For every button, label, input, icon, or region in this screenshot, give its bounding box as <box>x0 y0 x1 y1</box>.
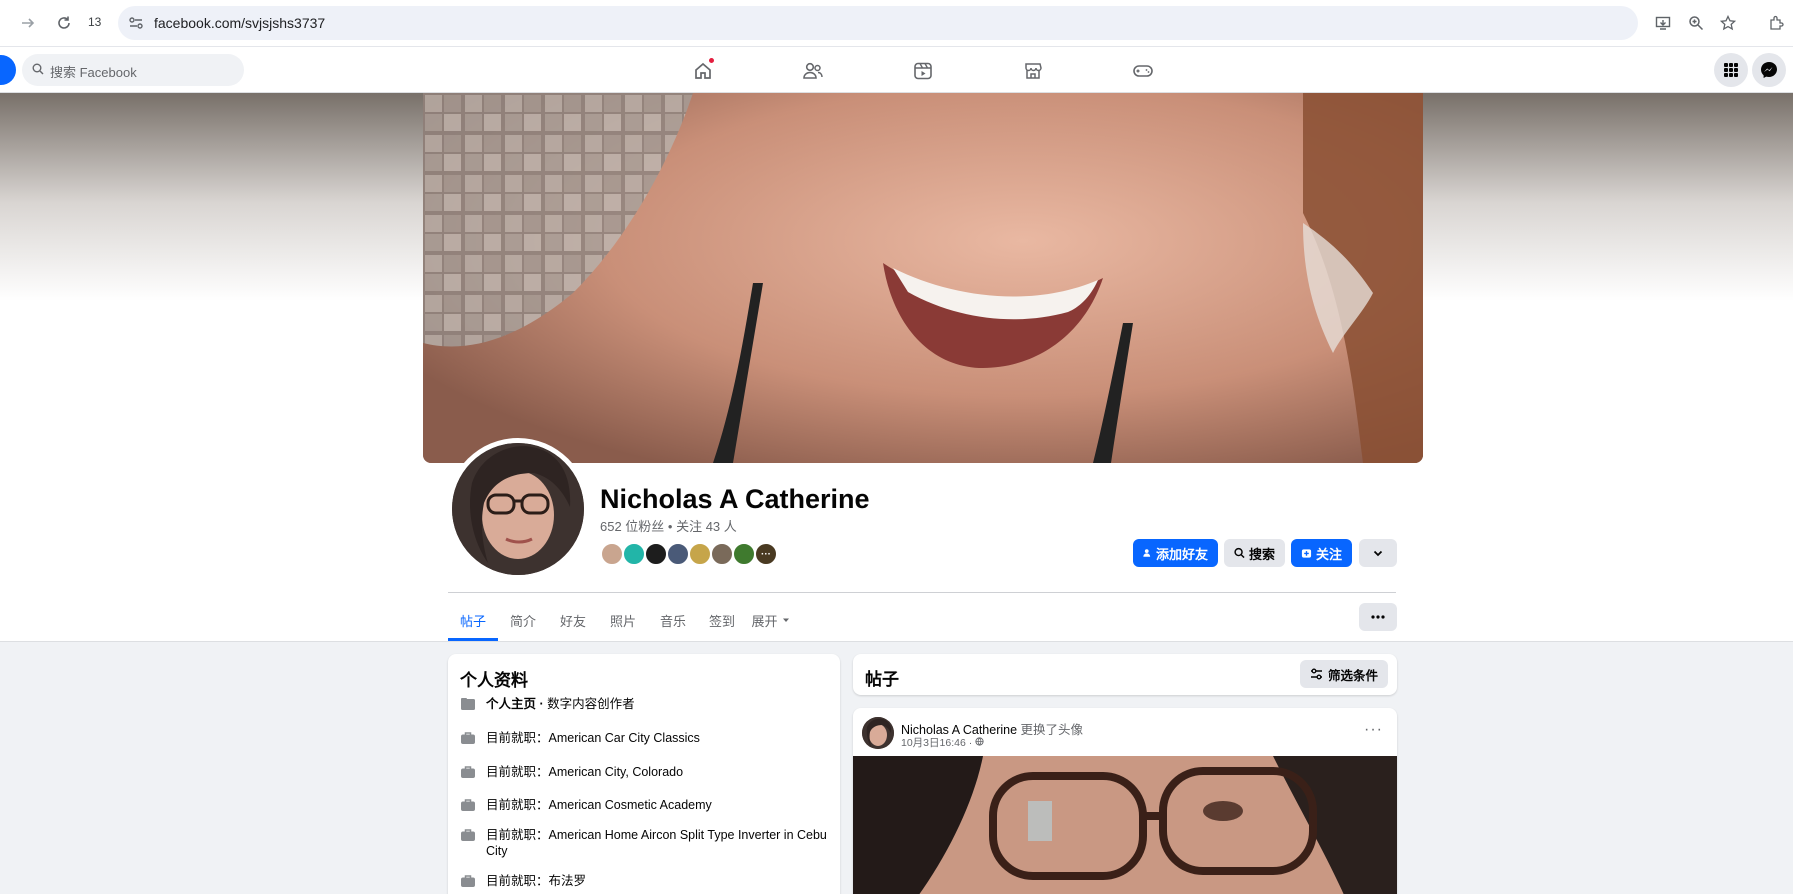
intro-row-link[interactable]: 布法罗 <box>549 874 587 888</box>
tab-about[interactable]: 简介 <box>498 600 548 640</box>
intro-row-prefix: 目前就职： <box>486 828 549 842</box>
follow-label: 关注 <box>1315 546 1342 562</box>
friend-avatar[interactable] <box>600 542 624 566</box>
notification-dot <box>708 57 715 64</box>
intro-row-prefix: 个人主页 · <box>486 697 548 711</box>
post-author-avatar[interactable] <box>862 717 894 749</box>
profile-name: Nicholas A Catherine <box>600 484 870 514</box>
friend-avatar[interactable] <box>710 542 734 566</box>
intro-row-prefix: 目前就职： <box>486 798 549 812</box>
intro-row-prefix: 目前就职： <box>486 731 549 745</box>
friend-avatar[interactable] <box>666 542 690 566</box>
briefcase-icon <box>461 829 475 841</box>
tab-checkins[interactable]: 签到 <box>697 600 747 640</box>
more-horizontal-icon <box>1371 615 1385 619</box>
tab-count: 13 <box>88 15 102 29</box>
add-person-icon <box>1143 549 1151 557</box>
tab-friends[interactable]: 好友 <box>548 600 598 640</box>
posts-header-card: 帖子 筛选条件 <box>853 654 1397 695</box>
filter-sliders-icon <box>1310 668 1322 680</box>
reload-icon[interactable] <box>53 12 75 34</box>
search-icon <box>1234 547 1245 559</box>
intro-row-link[interactable]: American City, Colorado <box>549 765 684 779</box>
install-app-icon[interactable] <box>1652 12 1674 34</box>
more-friends-avatar[interactable]: ··· <box>754 542 778 566</box>
bookmark-star-icon[interactable] <box>1717 12 1739 34</box>
search-placeholder: 搜索 Facebook <box>50 65 137 80</box>
tab-posts[interactable]: 帖子 <box>448 600 498 641</box>
briefcase-icon <box>461 732 475 744</box>
friend-avatar[interactable] <box>644 542 668 566</box>
post-timestamp[interactable]: 10月3日16:46 · <box>901 737 975 749</box>
post-options-icon[interactable]: ··· <box>1364 721 1383 739</box>
friend-avatar[interactable] <box>622 542 646 566</box>
intro-row-link[interactable]: American Cosmetic Academy <box>549 798 712 812</box>
friend-avatar[interactable] <box>688 542 712 566</box>
chevron-down-icon <box>1373 550 1383 557</box>
briefcase-icon <box>461 799 475 811</box>
globe-icon <box>975 737 984 746</box>
home-icon[interactable] <box>691 57 715 83</box>
zoom-icon[interactable] <box>1685 12 1707 34</box>
page-flag-icon <box>461 698 475 710</box>
posts-title: 帖子 <box>865 670 899 689</box>
intro-card: 个人资料 个人主页 · 数字内容创作者 目前就职：American Car Ci… <box>448 654 840 894</box>
post-image[interactable] <box>853 756 1397 894</box>
profile-avatar[interactable] <box>452 443 584 575</box>
header-bottom-border <box>0 641 1793 642</box>
search-icon <box>32 63 44 75</box>
facebook-top-bar: 搜索 Facebook <box>0 47 1793 93</box>
facebook-search-input[interactable]: 搜索 Facebook <box>22 54 244 86</box>
intro-row-work: 目前就职：American City, Colorado <box>460 764 830 780</box>
intro-row-work: 目前就职：American Cosmetic Academy <box>460 797 830 813</box>
extension-icon[interactable] <box>1766 12 1788 34</box>
forward-icon[interactable] <box>17 12 39 34</box>
header-divider <box>448 592 1396 593</box>
friends-icon[interactable] <box>801 59 825 83</box>
intro-row-work: 目前就职：American Car City Classics <box>460 730 830 746</box>
intro-row-value: 数字内容创作者 <box>547 697 635 711</box>
intro-row-prefix: 目前就职： <box>486 765 549 779</box>
intro-row-link[interactable]: American Car City Classics <box>549 731 700 745</box>
briefcase-icon <box>461 875 475 887</box>
profile-options-dropdown[interactable] <box>1359 539 1397 567</box>
add-friend-button[interactable]: 添加好友 <box>1133 539 1218 567</box>
caret-down-icon <box>782 618 789 622</box>
intro-row-prefix: 目前就职： <box>486 874 549 888</box>
cover-photo[interactable] <box>423 93 1423 463</box>
tabs-more-options-button[interactable] <box>1359 603 1397 631</box>
follow-button[interactable]: 关注 <box>1291 539 1352 567</box>
intro-row-page-type: 个人主页 · 数字内容创作者 <box>460 696 830 712</box>
intro-row-work: 目前就职：布法罗 <box>460 873 830 889</box>
facebook-logo[interactable] <box>0 55 16 85</box>
post-meta: 10月3日16:46 · <box>901 735 984 750</box>
video-icon[interactable] <box>911 59 935 83</box>
browser-toolbar: 13 facebook.com/svjsjshs3737 <box>0 0 1793 47</box>
post-action-text: 更换了头像 <box>1017 723 1084 737</box>
tab-music[interactable]: 音乐 <box>648 600 698 640</box>
search-profile-button[interactable]: 搜索 <box>1224 539 1285 567</box>
tab-photos[interactable]: 照片 <box>598 600 648 640</box>
post-card: Nicholas A Catherine 更换了头像 10月3日16:46 · … <box>853 708 1397 894</box>
friend-avatar[interactable] <box>732 542 756 566</box>
gaming-icon[interactable] <box>1131 59 1155 83</box>
url-text[interactable]: facebook.com/svjsjshs3737 <box>154 15 325 31</box>
filter-button[interactable]: 筛选条件 <box>1299 660 1388 688</box>
intro-row-work: 目前就职：American Home Aircon Split Type Inv… <box>460 827 830 859</box>
briefcase-icon <box>461 766 475 778</box>
tab-more[interactable]: 展开 <box>751 600 791 640</box>
site-info-icon[interactable] <box>128 15 144 31</box>
follow-icon <box>1301 549 1312 558</box>
filter-label: 筛选条件 <box>1327 668 1378 683</box>
tab-more-label: 展开 <box>751 613 778 629</box>
search-profile-label: 搜索 <box>1248 546 1275 562</box>
messenger-icon[interactable] <box>1752 53 1786 87</box>
intro-title: 个人资料 <box>460 671 528 690</box>
address-bar[interactable]: facebook.com/svjsjshs3737 <box>118 6 1638 40</box>
followers-count[interactable]: 652 位粉丝 • 关注 43 人 <box>600 516 737 535</box>
add-friend-label: 添加好友 <box>1155 546 1208 562</box>
menu-grid-icon[interactable] <box>1714 53 1748 87</box>
marketplace-icon[interactable] <box>1021 59 1045 83</box>
